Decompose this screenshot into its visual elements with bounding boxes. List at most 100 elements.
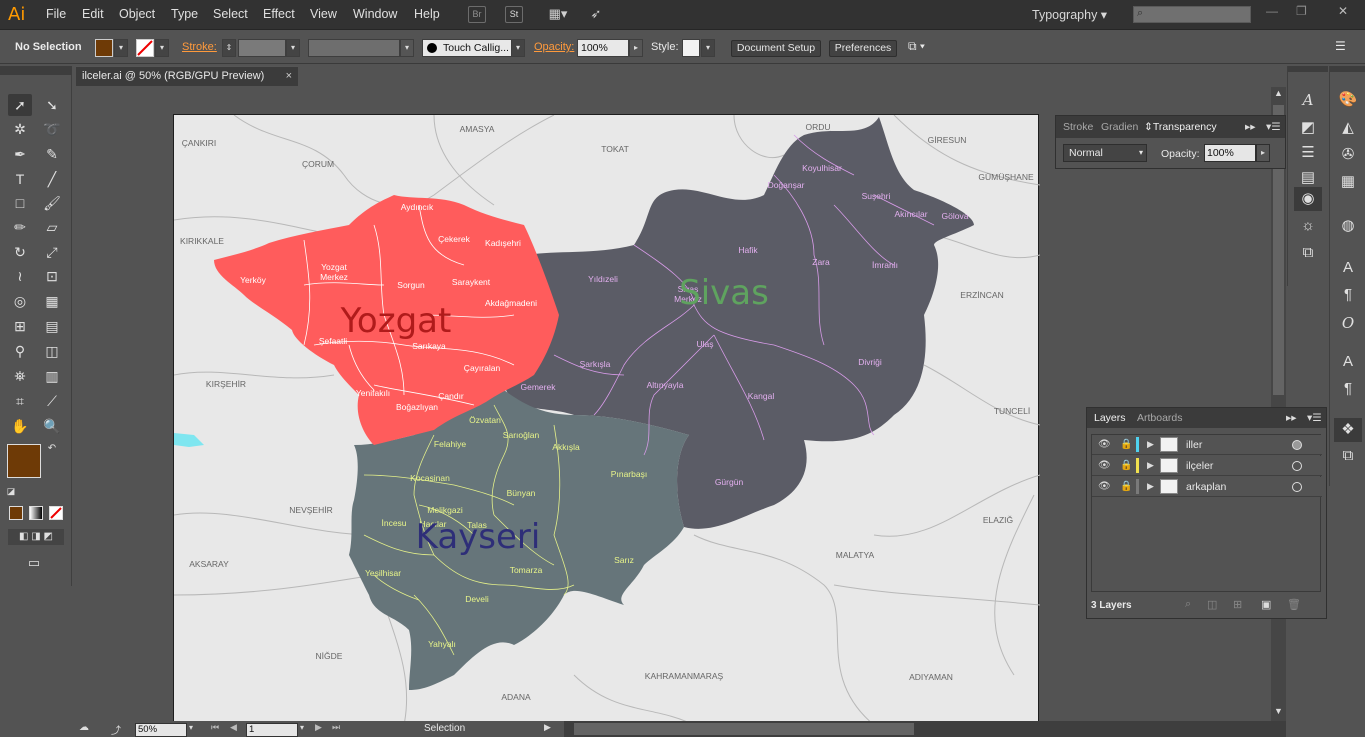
appearance-icon[interactable]: ☼ bbox=[1294, 214, 1322, 238]
opacity-slider-toggle[interactable]: ▸ bbox=[1256, 144, 1270, 162]
character-styles-panel-icon[interactable]: A bbox=[1334, 350, 1362, 374]
clipping-mask-icon[interactable]: ◫ bbox=[1207, 598, 1217, 611]
pencil-tool-icon[interactable]: ✏ bbox=[8, 216, 32, 238]
search-input[interactable]: ⌕ bbox=[1133, 6, 1251, 23]
menu-select[interactable]: Select bbox=[213, 7, 248, 21]
eyedropper-tool-icon[interactable]: ⚲ bbox=[8, 340, 32, 362]
fill-color-box[interactable] bbox=[7, 444, 41, 478]
cc-libraries-icon[interactable]: ◍ bbox=[1334, 214, 1362, 238]
collapse-panel-icon[interactable]: ▸▸ bbox=[1286, 412, 1297, 424]
layer-name[interactable]: arkaplan bbox=[1186, 481, 1226, 493]
rotate-tool-icon[interactable]: ↻ bbox=[8, 241, 32, 263]
shape-builder-tool-icon[interactable]: ◎ bbox=[8, 290, 32, 312]
document-setup-button[interactable]: Document Setup bbox=[731, 40, 821, 57]
stroke-weight-stepper[interactable]: ⇕ bbox=[222, 39, 236, 57]
fill-dropdown[interactable]: ▾ bbox=[114, 39, 128, 57]
column-graph-tool-icon[interactable]: ▥ bbox=[40, 365, 64, 387]
layer-name[interactable]: ilçeler bbox=[1186, 460, 1213, 472]
next-artboard-icon[interactable]: ▶ bbox=[315, 722, 322, 733]
menu-effect[interactable]: Effect bbox=[263, 7, 295, 21]
new-layer-icon[interactable]: ▣ bbox=[1261, 598, 1271, 611]
panel-menu-icon[interactable]: ▾☰ bbox=[1307, 412, 1322, 424]
curvature-tool-icon[interactable]: ✎ bbox=[40, 143, 64, 165]
tab-artboards[interactable]: Artboards bbox=[1137, 412, 1183, 424]
expand-triangle-icon[interactable]: ▶ bbox=[1147, 439, 1154, 450]
opacity-label[interactable]: Opacity: bbox=[534, 41, 574, 53]
tab-gradient[interactable]: Gradien bbox=[1101, 121, 1138, 133]
panel-grip[interactable] bbox=[1288, 66, 1328, 72]
opacity-dropdown[interactable]: ▸ bbox=[629, 39, 643, 57]
brush-dropdown[interactable]: ▾ bbox=[511, 39, 525, 57]
blend-mode-select[interactable]: Normal ▾ bbox=[1063, 144, 1147, 162]
target-circle-icon[interactable] bbox=[1292, 440, 1302, 450]
layer-row[interactable]: 👁 🔒 ▶ iller bbox=[1092, 435, 1322, 455]
width-tool-icon[interactable]: ≀ bbox=[8, 265, 32, 287]
gpu-rocket-icon[interactable]: ➶ bbox=[586, 6, 606, 23]
color-guide-icon[interactable]: ◭ bbox=[1334, 116, 1362, 140]
rectangle-tool-icon[interactable]: □ bbox=[8, 192, 32, 214]
lock-icon[interactable]: 🔒 bbox=[1120, 481, 1132, 492]
drawing-modes-icon[interactable]: ◧ ◨ ◩ bbox=[8, 529, 64, 545]
document-tab[interactable]: ilceler.ai @ 50% (RGB/GPU Preview) × bbox=[76, 66, 298, 86]
style-dropdown[interactable]: ▾ bbox=[701, 39, 715, 57]
delete-layer-icon[interactable]: 🗑 bbox=[1287, 598, 1301, 611]
scroll-up-icon[interactable]: ▲ bbox=[1274, 88, 1283, 98]
magic-wand-tool-icon[interactable]: ✲ bbox=[8, 118, 32, 140]
tools-panel-grip[interactable] bbox=[0, 66, 72, 75]
stroke-dropdown[interactable]: ▾ bbox=[155, 39, 169, 57]
artboard-dropdown-icon[interactable]: ▾ bbox=[300, 723, 304, 732]
cc-status-icon[interactable]: ☁ bbox=[79, 722, 89, 733]
stroke-panel-icon[interactable]: ☰ bbox=[1294, 141, 1322, 165]
default-colors-icon[interactable]: ◪ bbox=[4, 484, 18, 498]
menu-window[interactable]: Window bbox=[353, 7, 397, 21]
menu-edit[interactable]: Edit bbox=[82, 7, 104, 21]
selection-tool-icon[interactable]: ➚ bbox=[8, 94, 32, 116]
screen-mode-icon[interactable]: ▭ bbox=[22, 552, 46, 574]
paragraph-styles-icon[interactable]: ¶ bbox=[1334, 377, 1362, 401]
layers-panel-icon[interactable]: ❖ bbox=[1334, 418, 1362, 442]
type-tool-icon[interactable]: T bbox=[8, 168, 32, 190]
share-icon[interactable]: ⤴ bbox=[111, 722, 121, 737]
close-button[interactable]: ✕ bbox=[1338, 4, 1348, 18]
restore-button[interactable]: ❐ bbox=[1296, 4, 1307, 18]
bridge-icon[interactable]: Br bbox=[468, 6, 486, 23]
tab-stroke[interactable]: Stroke bbox=[1063, 121, 1093, 133]
stock-icon[interactable]: St bbox=[505, 6, 523, 23]
slice-tool-icon[interactable]: ⟋ bbox=[40, 390, 64, 412]
workspace-switcher[interactable]: Typography ▾ bbox=[1032, 7, 1107, 22]
stroke-label[interactable]: Stroke: bbox=[182, 41, 217, 53]
paragraph-icon[interactable]: ¶ bbox=[1334, 283, 1362, 307]
layer-name[interactable]: iller bbox=[1186, 439, 1202, 451]
menu-type[interactable]: Type bbox=[171, 7, 198, 21]
brush-definition[interactable]: Touch Callig... bbox=[422, 39, 512, 57]
symbol-sprayer-tool-icon[interactable]: ⛯ bbox=[8, 365, 32, 387]
visibility-eye-icon[interactable]: 👁 bbox=[1098, 460, 1111, 471]
artboard[interactable]: ÇANKIRI AMASYA TOKAT ORDU GİRESUN ÇORUM … bbox=[173, 114, 1040, 721]
stroke-color-swatch[interactable] bbox=[136, 39, 154, 57]
menu-view[interactable]: View bbox=[310, 7, 337, 21]
minimize-button[interactable]: — bbox=[1266, 4, 1278, 18]
panel-grip[interactable] bbox=[1330, 66, 1365, 72]
arrange-icon[interactable]: ⧉ ▾ bbox=[908, 39, 925, 54]
fill-color-swatch[interactable] bbox=[95, 39, 113, 57]
vertical-scrollbar[interactable]: ▲ ▼ bbox=[1271, 87, 1286, 721]
tab-layers[interactable]: Layers bbox=[1094, 412, 1126, 424]
lock-icon[interactable]: 🔒 bbox=[1120, 439, 1132, 450]
layer-row[interactable]: 👁 🔒 ▶ arkaplan bbox=[1092, 477, 1322, 497]
collapse-panel-icon[interactable]: ▸▸ bbox=[1245, 121, 1256, 133]
menu-help[interactable]: Help bbox=[414, 7, 440, 21]
panel-menu-icon[interactable]: ▾☰ bbox=[1266, 121, 1281, 133]
align-icon[interactable]: ◩ bbox=[1294, 116, 1322, 140]
none-mode-icon[interactable] bbox=[49, 506, 63, 520]
direct-selection-tool-icon[interactable]: ➘ bbox=[40, 94, 64, 116]
menu-file[interactable]: File bbox=[46, 7, 66, 21]
scroll-thumb[interactable] bbox=[574, 723, 914, 735]
zoom-input[interactable]: 50% bbox=[135, 723, 187, 737]
mesh-tool-icon[interactable]: ⊞ bbox=[8, 315, 32, 337]
hand-tool-icon[interactable]: ✋ bbox=[8, 415, 32, 437]
preferences-button[interactable]: Preferences bbox=[829, 40, 897, 57]
graphic-style-swatch[interactable] bbox=[682, 39, 700, 57]
opacity-input[interactable]: 100% bbox=[577, 39, 629, 57]
opentype-icon[interactable]: O bbox=[1334, 311, 1362, 335]
symbols-icon[interactable]: ✇ bbox=[1334, 143, 1362, 167]
